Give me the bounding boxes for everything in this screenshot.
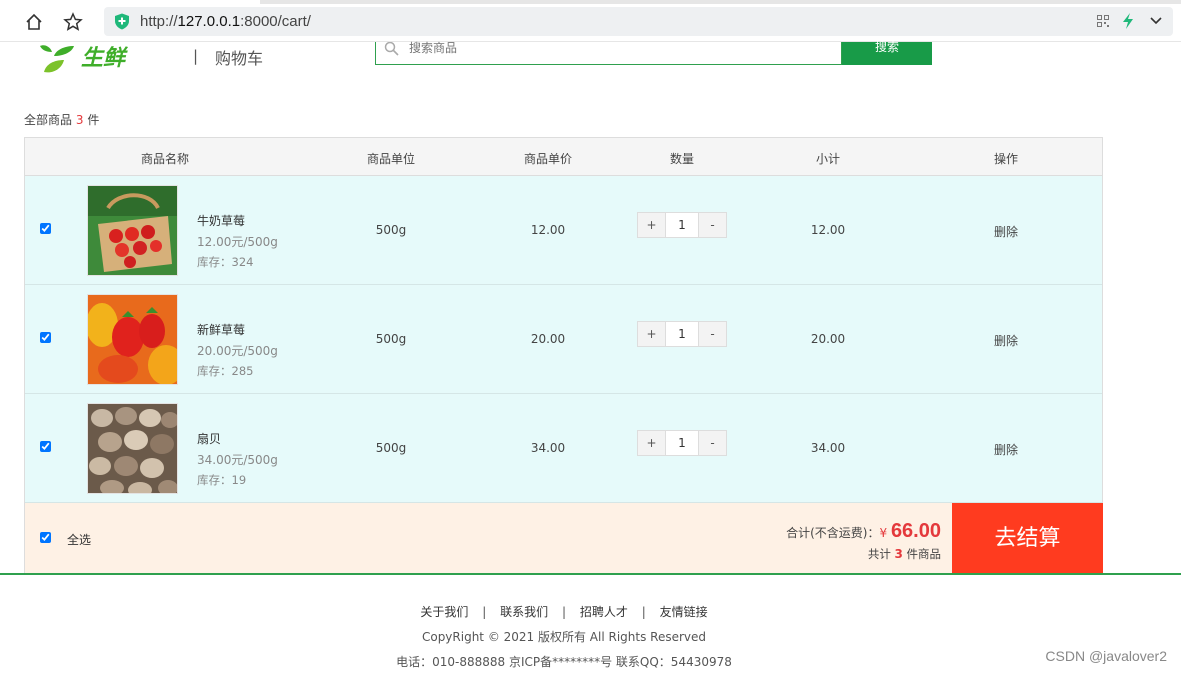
home-icon[interactable] bbox=[24, 12, 44, 32]
quantity-increase-button[interactable]: + bbox=[638, 213, 666, 237]
page-title: 购物车 bbox=[215, 49, 264, 68]
chevron-down-icon[interactable] bbox=[1149, 15, 1163, 27]
checkout-button[interactable]: 去结算 bbox=[952, 503, 1103, 574]
column-header-action: 操作 bbox=[993, 152, 1019, 166]
row-checkbox[interactable] bbox=[40, 223, 51, 234]
delete-link[interactable]: 删除 bbox=[994, 332, 1018, 349]
quantity-decrease-button[interactable]: - bbox=[698, 431, 726, 455]
quantity-input[interactable]: 1 bbox=[666, 213, 698, 237]
product-image[interactable] bbox=[87, 185, 178, 276]
column-header-price: 商品单价 bbox=[523, 152, 573, 166]
footer-link-about[interactable]: 关于我们 bbox=[420, 605, 468, 619]
table-row: 扇贝 34.00元/500g 库存：19 500g 34.00 + 1 - 34… bbox=[25, 394, 1102, 503]
footer-divider bbox=[0, 573, 1181, 575]
copyright-text: CopyRight © 2021 版权所有 All Rights Reserve… bbox=[421, 630, 707, 644]
product-stock: 库存：324 bbox=[197, 255, 254, 269]
quantity-decrease-button[interactable]: - bbox=[698, 213, 726, 237]
quantity-stepper: + 1 - bbox=[637, 321, 727, 347]
price-cell: 12.00 bbox=[530, 223, 566, 237]
quantity-stepper: + 1 - bbox=[637, 430, 727, 456]
search-box bbox=[375, 41, 842, 65]
contact-info: 电话：010-888888 京ICP备********号 联系QQ：544309… bbox=[396, 655, 732, 669]
cart-footer-bar: 全选 合计(不含运费)：¥ 66.00 共计 3 件商品 去结算 bbox=[25, 503, 1103, 574]
footer-link-contact[interactable]: 联系我们 bbox=[500, 605, 548, 619]
column-header-subtotal: 小计 bbox=[815, 152, 841, 166]
scallop-image bbox=[88, 404, 177, 493]
unit-cell: 500g bbox=[375, 223, 407, 237]
select-all-checkbox[interactable] bbox=[40, 532, 51, 543]
header-divider: | bbox=[193, 47, 199, 65]
delete-link[interactable]: 删除 bbox=[994, 441, 1018, 458]
lightning-icon[interactable] bbox=[1121, 13, 1135, 29]
product-stock: 库存：19 bbox=[197, 473, 247, 487]
watermark: CSDN @javalover2 bbox=[1045, 648, 1167, 664]
browser-toolbar: http://127.0.0.1:8000/cart/ bbox=[0, 0, 1181, 42]
footer-link-friends[interactable]: 友情链接 bbox=[660, 605, 708, 619]
product-image[interactable] bbox=[87, 294, 178, 385]
quantity-input[interactable]: 1 bbox=[666, 431, 698, 455]
quantity-input[interactable]: 1 bbox=[666, 322, 698, 346]
quantity-increase-button[interactable]: + bbox=[638, 322, 666, 346]
subtotal-cell: 20.00 bbox=[810, 332, 846, 346]
footer-separator: | bbox=[641, 605, 646, 619]
select-all-label[interactable]: 全选 bbox=[67, 531, 91, 548]
total-amount: 合计(不含运费)：¥ 66.00 bbox=[786, 520, 941, 542]
product-price-unit: 12.00元/500g bbox=[197, 235, 278, 249]
column-header-quantity: 数量 bbox=[669, 152, 695, 166]
table-row: 新鲜草莓 20.00元/500g 库存：285 500g 20.00 + 1 -… bbox=[25, 285, 1102, 394]
subtotal-cell: 12.00 bbox=[810, 223, 846, 237]
quantity-increase-button[interactable]: + bbox=[638, 431, 666, 455]
logo-text[interactable]: 生鲜 bbox=[81, 40, 125, 72]
product-stock: 库存：285 bbox=[197, 364, 254, 378]
unit-cell: 500g bbox=[375, 332, 407, 346]
unit-cell: 500g bbox=[375, 441, 407, 455]
product-name[interactable]: 新鲜草莓 bbox=[197, 321, 245, 338]
total-item-count: 共计 3 件商品 bbox=[867, 547, 941, 561]
subtotal-cell: 34.00 bbox=[810, 441, 846, 455]
strawberry-peppers-image bbox=[88, 295, 177, 384]
search-button[interactable]: 搜索 bbox=[842, 41, 932, 65]
quantity-stepper: + 1 - bbox=[637, 212, 727, 238]
shield-icon bbox=[115, 13, 129, 30]
footer-separator: | bbox=[561, 605, 567, 619]
footer-link-jobs[interactable]: 招聘人才 bbox=[580, 605, 628, 619]
product-image[interactable] bbox=[87, 403, 178, 494]
delete-link[interactable]: 删除 bbox=[994, 223, 1018, 240]
product-price-unit: 20.00元/500g bbox=[197, 344, 278, 358]
qr-code-icon[interactable] bbox=[1097, 15, 1109, 27]
search-input[interactable] bbox=[409, 41, 809, 55]
bookmark-star-icon[interactable] bbox=[63, 12, 83, 32]
price-cell: 34.00 bbox=[530, 441, 566, 455]
url-text: http://127.0.0.1:8000/cart/ bbox=[140, 13, 311, 30]
product-name[interactable]: 扇贝 bbox=[197, 430, 221, 447]
row-checkbox[interactable] bbox=[40, 332, 51, 343]
column-header-name: 商品名称 bbox=[140, 152, 190, 166]
cart-table: 商品名称 商品单位 商品单价 数量 小计 操作 牛奶草莓 12.00元/500g… bbox=[24, 137, 1103, 575]
search-icon bbox=[384, 42, 399, 56]
cart-item-count: 全部商品 3 件 bbox=[24, 113, 100, 127]
footer-links: 关于我们 | 联系我们 | 招聘人才 | 友情链接 bbox=[0, 603, 1128, 620]
tab-strip-edge bbox=[260, 0, 1181, 4]
footer-separator: | bbox=[482, 605, 487, 619]
strawberry-basket-image bbox=[88, 186, 177, 275]
row-checkbox[interactable] bbox=[40, 441, 51, 452]
table-row: 牛奶草莓 12.00元/500g 库存：324 500g 12.00 + 1 -… bbox=[25, 176, 1102, 285]
product-name[interactable]: 牛奶草莓 bbox=[197, 212, 245, 229]
column-header-unit: 商品单位 bbox=[366, 152, 416, 166]
address-bar[interactable]: http://127.0.0.1:8000/cart/ bbox=[104, 7, 1173, 36]
table-header: 商品名称 商品单位 商品单价 数量 小计 操作 bbox=[25, 138, 1102, 176]
product-price-unit: 34.00元/500g bbox=[197, 453, 278, 467]
price-cell: 20.00 bbox=[530, 332, 566, 346]
quantity-decrease-button[interactable]: - bbox=[698, 322, 726, 346]
